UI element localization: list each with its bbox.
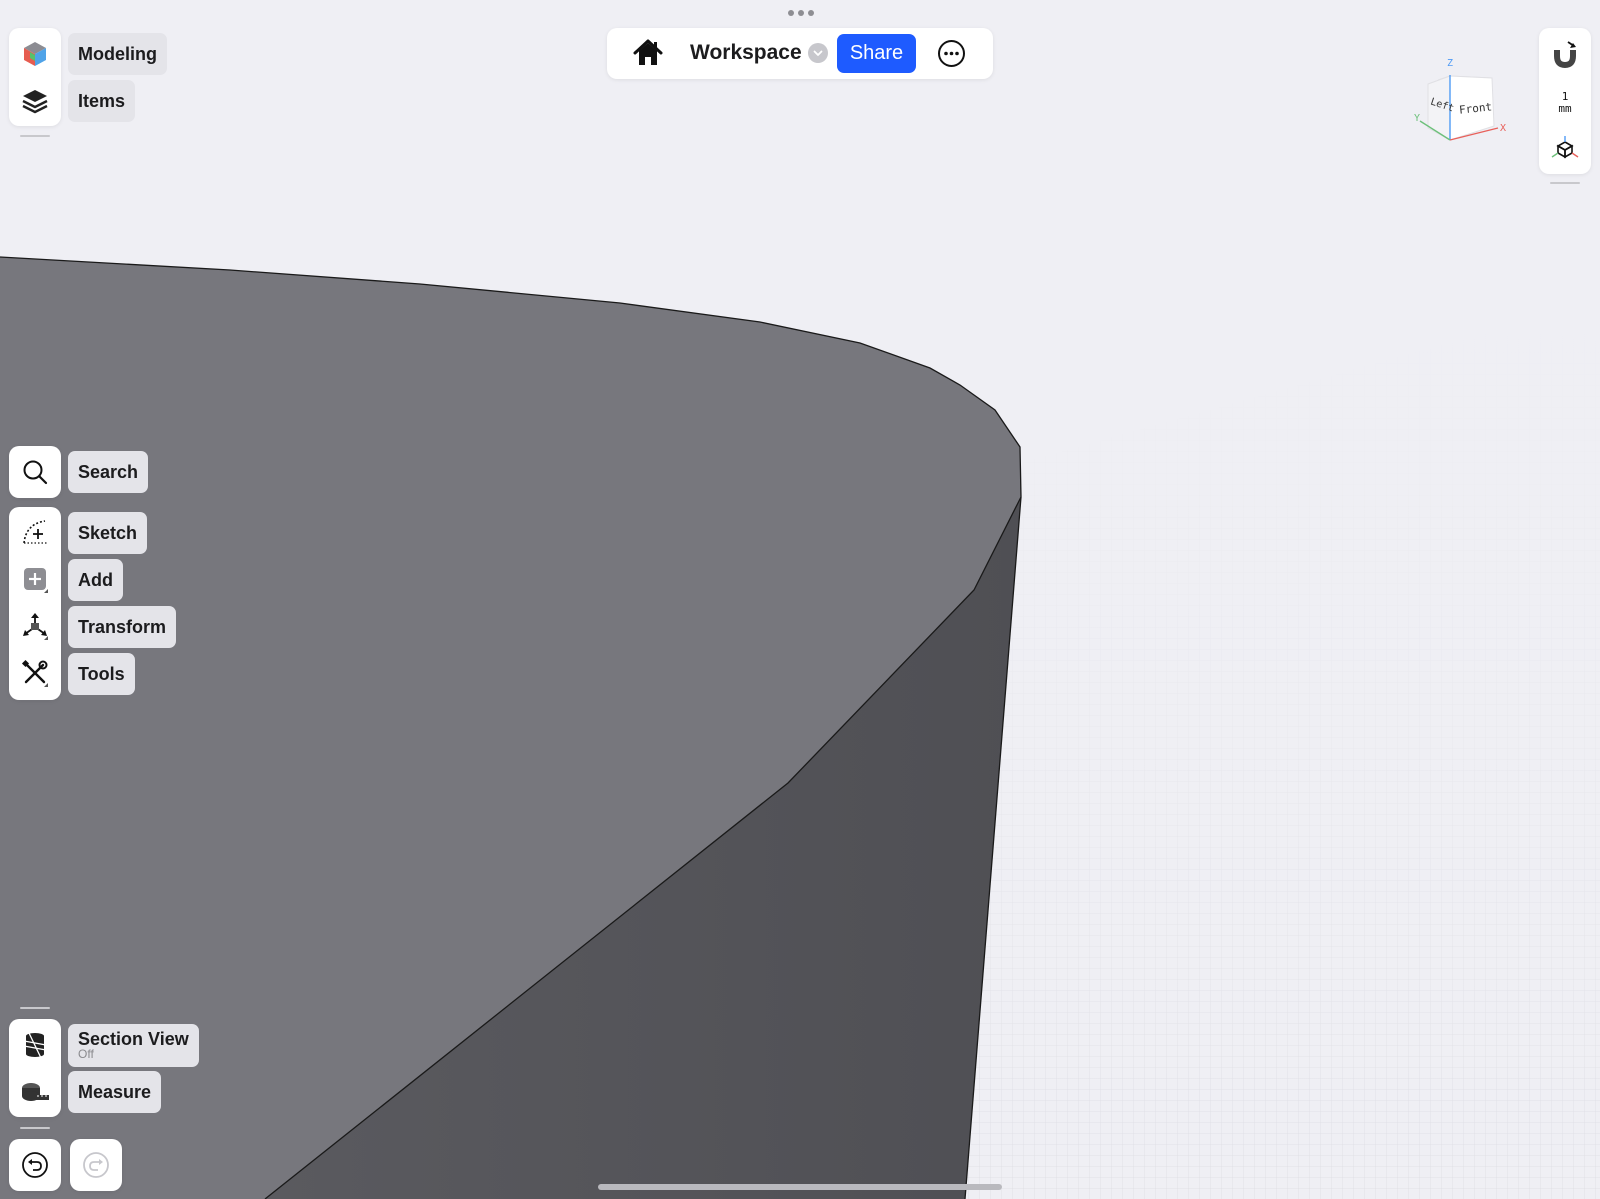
items-label[interactable]: Items bbox=[68, 80, 136, 122]
chevron-down-icon[interactable] bbox=[808, 43, 828, 63]
panel-separator bbox=[1550, 182, 1580, 184]
axes-cube-icon bbox=[1551, 136, 1579, 159]
undo-button[interactable] bbox=[9, 1139, 61, 1191]
drag-dot bbox=[788, 10, 794, 16]
layers-icon bbox=[22, 90, 48, 114]
snap-button[interactable] bbox=[1539, 31, 1591, 77]
magnet-icon bbox=[1554, 41, 1576, 68]
section-view-icon bbox=[23, 1032, 47, 1059]
right-settings-panel: 1 mm bbox=[1539, 28, 1591, 174]
share-button[interactable]: Share bbox=[837, 34, 916, 73]
view-cube-y-label: Y bbox=[1414, 113, 1421, 124]
view-cube-z-label: Z bbox=[1447, 58, 1454, 69]
items-button[interactable] bbox=[9, 78, 61, 124]
section-view-label: Section View bbox=[78, 1029, 189, 1049]
top-toolbar: Workspace Share bbox=[607, 28, 993, 79]
tools-panel bbox=[9, 507, 61, 700]
view-options-button[interactable] bbox=[1539, 125, 1591, 171]
inspection-panel bbox=[9, 1019, 61, 1117]
undo-icon bbox=[9, 1142, 61, 1188]
ellipsis-circle-icon[interactable] bbox=[937, 39, 966, 68]
search-button[interactable] bbox=[9, 449, 61, 495]
colored-cube-icon bbox=[24, 42, 46, 66]
transform-button[interactable] bbox=[9, 603, 61, 649]
drag-handle[interactable] bbox=[788, 10, 814, 16]
sketch-label[interactable]: Sketch bbox=[68, 512, 148, 554]
home-indicator[interactable] bbox=[598, 1184, 1002, 1190]
house-icon[interactable] bbox=[633, 38, 663, 68]
tools-button[interactable] bbox=[9, 650, 61, 696]
tape-measure-icon bbox=[22, 1083, 49, 1101]
drag-dot bbox=[808, 10, 814, 16]
measure-button[interactable] bbox=[9, 1069, 61, 1115]
plus-square-icon bbox=[24, 568, 48, 593]
section-view-button[interactable] bbox=[9, 1022, 61, 1068]
tools-label[interactable]: Tools bbox=[68, 653, 135, 695]
search-panel bbox=[9, 446, 61, 498]
workspace-title[interactable]: Workspace bbox=[690, 41, 802, 65]
search-label[interactable]: Search bbox=[68, 451, 149, 493]
measure-label[interactable]: Measure bbox=[68, 1071, 162, 1113]
redo-icon bbox=[70, 1142, 122, 1188]
view-cube-x-label: X bbox=[1500, 123, 1507, 134]
wrench-screwdriver-icon bbox=[21, 659, 48, 687]
panel-separator bbox=[20, 1127, 50, 1129]
transform-label[interactable]: Transform bbox=[68, 606, 177, 648]
drag-dot bbox=[798, 10, 804, 16]
add-button[interactable] bbox=[9, 556, 61, 602]
section-view-status: Off bbox=[78, 1047, 94, 1061]
sketch-arc-icon bbox=[23, 520, 47, 544]
modeling-button[interactable] bbox=[9, 31, 61, 77]
redo-button[interactable] bbox=[70, 1139, 122, 1191]
section-view-chip[interactable]: Section View Off bbox=[68, 1024, 199, 1067]
ground-grid bbox=[0, 256, 1600, 1199]
panel-separator bbox=[20, 1007, 50, 1009]
sketch-button[interactable] bbox=[9, 509, 61, 555]
magnifier-icon bbox=[23, 460, 48, 485]
grid-size-button[interactable]: 1 mm bbox=[1539, 80, 1591, 126]
modeling-label[interactable]: Modeling bbox=[68, 33, 167, 75]
panel-separator bbox=[20, 135, 50, 137]
workspace-panel bbox=[9, 28, 61, 126]
grid-size-unit: mm bbox=[1558, 102, 1572, 115]
view-cube[interactable]: Z X Y Left Front bbox=[1410, 58, 1510, 153]
3d-viewport[interactable] bbox=[0, 0, 1600, 1199]
add-label[interactable]: Add bbox=[68, 559, 123, 601]
move-arrows-icon bbox=[23, 613, 48, 640]
